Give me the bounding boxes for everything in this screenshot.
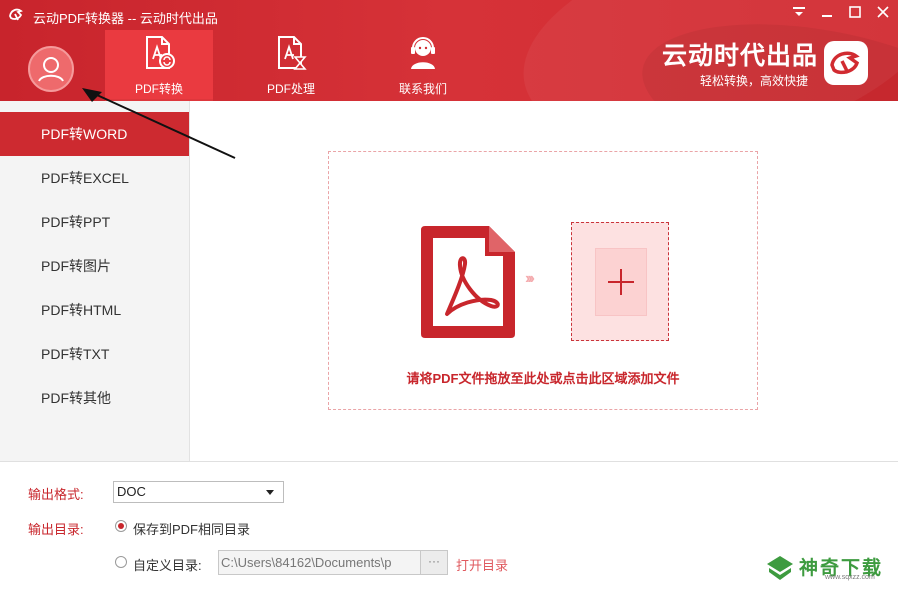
arrow-indicator: ››› bbox=[525, 270, 535, 287]
brand-logo-icon bbox=[830, 51, 860, 75]
browse-button[interactable]: ··· bbox=[420, 550, 448, 575]
user-avatar-button[interactable] bbox=[28, 46, 74, 92]
file-drop-zone[interactable]: ››› 请将PDF文件拖放至此处或点击此区域添加文件 bbox=[328, 151, 758, 410]
sidebar-item-pdf-to-image[interactable]: PDF转图片 bbox=[0, 244, 189, 288]
close-button[interactable] bbox=[870, 2, 896, 22]
title-bar[interactable]: 云动PDF转换器 -- 云动时代出品 bbox=[0, 0, 898, 30]
minimize-button[interactable] bbox=[814, 2, 840, 22]
add-file-button[interactable] bbox=[571, 222, 669, 341]
tab-label: 联系我们 bbox=[398, 82, 447, 96]
tab-pdf-convert[interactable]: PDF转换 bbox=[105, 30, 213, 101]
watermark: 神奇下载 www.sqxzz.com bbox=[765, 552, 890, 584]
sidebar-item-pdf-to-ppt[interactable]: PDF转PPT bbox=[0, 200, 189, 244]
same-dir-label[interactable]: 保存到PDF相同目录 bbox=[133, 519, 250, 538]
pdf-file-icon bbox=[421, 226, 515, 338]
sidebar-item-pdf-to-other[interactable]: PDF转其他 bbox=[0, 376, 189, 420]
sidebar: PDF转WORD PDF转EXCEL PDF转PPT PDF转图片 PDF转HT… bbox=[0, 101, 190, 461]
brand-slogan: 轻松转换，高效快捷 bbox=[700, 74, 809, 88]
app-logo-icon bbox=[9, 8, 23, 21]
sidebar-item-pdf-to-txt[interactable]: PDF转TXT bbox=[0, 332, 189, 376]
pdf-convert-icon bbox=[146, 36, 175, 69]
custom-dir-path-input[interactable]: C:\Users\84162\Documents\p bbox=[218, 550, 421, 575]
user-avatar-icon bbox=[38, 57, 64, 82]
options-divider bbox=[0, 461, 898, 462]
watermark-url: www.sqxzz.com bbox=[825, 574, 875, 581]
watermark-logo-icon bbox=[767, 556, 793, 580]
custom-dir-radio[interactable] bbox=[115, 556, 127, 568]
close-icon bbox=[877, 6, 889, 18]
output-dir-label: 输出目录: bbox=[28, 522, 84, 537]
minimize-icon bbox=[822, 15, 832, 17]
output-format-value: DOC bbox=[117, 484, 146, 499]
drop-hint-text: 请将PDF文件拖放至此处或点击此区域添加文件 bbox=[406, 371, 680, 386]
brand-logo bbox=[824, 41, 868, 85]
menu-dropdown-button[interactable] bbox=[786, 2, 812, 22]
tab-contact-us[interactable]: 联系我们 bbox=[369, 30, 477, 101]
custom-dir-label[interactable]: 自定义目录: bbox=[133, 555, 202, 574]
tab-label: PDF转换 bbox=[134, 82, 183, 96]
menu-dropdown-icon bbox=[793, 7, 805, 16]
window-title: 云动PDF转换器 -- 云动时代出品 bbox=[33, 11, 218, 26]
contact-support-icon bbox=[411, 37, 435, 69]
tab-label: PDF处理 bbox=[266, 82, 315, 96]
sidebar-item-pdf-to-excel[interactable]: PDF转EXCEL bbox=[0, 156, 189, 200]
open-dir-link[interactable]: 打开目录 bbox=[456, 555, 508, 574]
brand-name: 云动时代出品 bbox=[662, 42, 819, 70]
tab-pdf-process[interactable]: PDF处理 bbox=[237, 30, 345, 101]
plus-icon bbox=[608, 269, 634, 295]
sidebar-item-pdf-to-html[interactable]: PDF转HTML bbox=[0, 288, 189, 332]
same-dir-radio[interactable] bbox=[115, 520, 127, 532]
maximize-icon bbox=[849, 6, 861, 18]
maximize-button[interactable] bbox=[842, 2, 868, 22]
add-file-inner bbox=[595, 248, 647, 316]
output-format-label: 输出格式: bbox=[28, 487, 84, 502]
brand-block: 云动时代出品 轻松转换，高效快捷 bbox=[662, 42, 822, 88]
chevron-down-icon bbox=[266, 490, 274, 495]
pdf-process-icon bbox=[278, 36, 307, 70]
sidebar-item-pdf-to-word[interactable]: PDF转WORD bbox=[0, 112, 189, 156]
output-format-select[interactable]: DOC bbox=[113, 481, 284, 503]
